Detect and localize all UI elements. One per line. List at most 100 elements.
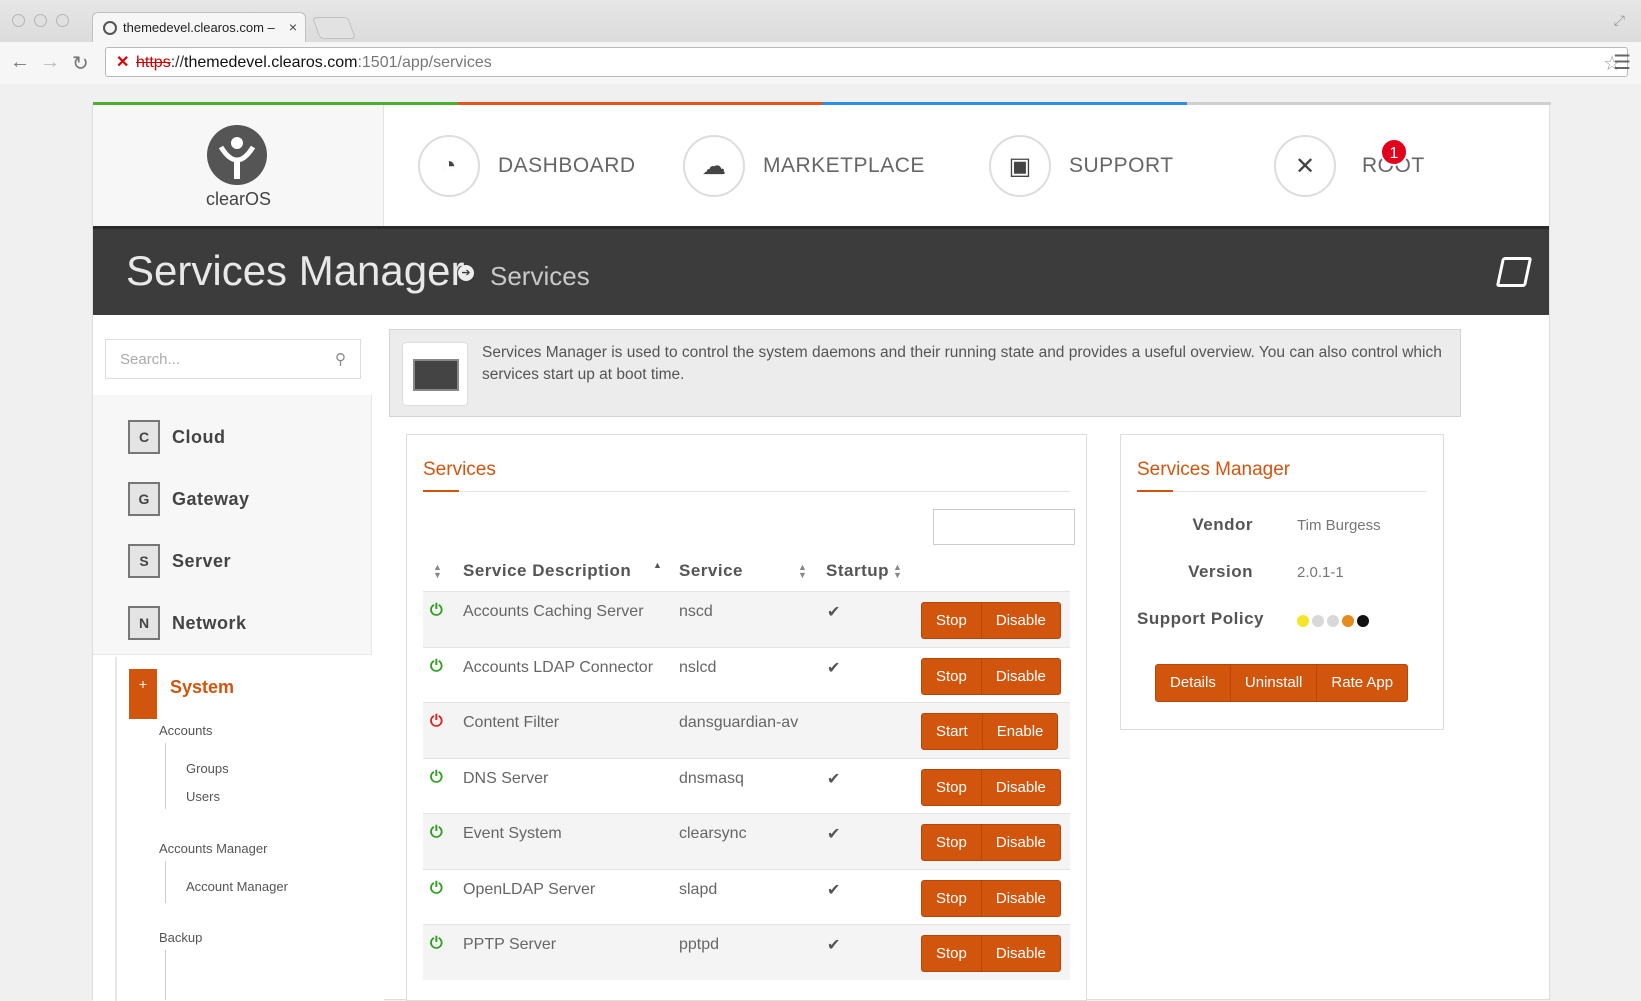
sidebar-item-server[interactable]: S Server (128, 541, 231, 581)
cloud-download-icon: ☁ (683, 135, 745, 197)
nav-support[interactable]: ▣ SUPPORT (989, 135, 1174, 197)
column-header-description[interactable]: Service Description (463, 561, 631, 581)
sort-ascending-icon[interactable]: ▲ (653, 561, 662, 570)
service-name: nslcd (679, 658, 717, 676)
sidebar-item-gateway[interactable]: G Gateway (128, 479, 250, 519)
service-description: DNS Server (463, 769, 549, 787)
uninstall-button[interactable]: Uninstall (1229, 665, 1317, 701)
services-panel: Services ▲ ▼ Service Description ▲ Servic… (406, 434, 1087, 1001)
sort-icon[interactable]: ▲ ▼ (433, 563, 442, 580)
services-panel-title: Services (423, 459, 496, 480)
power-status-icon: ⏻ (430, 824, 443, 841)
power-status-icon: ⏻ (430, 657, 443, 675)
startup-check-icon: ✔ (827, 770, 841, 788)
url-host: themedevel.clearos.com (184, 54, 358, 71)
subsection-accounts[interactable]: Accounts (159, 723, 212, 738)
startup-check-icon: ✔ (827, 604, 841, 621)
stop-button[interactable]: Stop (922, 825, 981, 860)
disable-button[interactable]: Disable (980, 880, 1060, 916)
tab-close-icon[interactable]: × (289, 19, 297, 35)
sidebar-item-network[interactable]: N Network (128, 603, 247, 643)
nav-dashboard[interactable]: ◔ DASHBOARD (418, 135, 636, 197)
nav-support-label: SUPPORT (1069, 154, 1174, 177)
service-description: PPTP Server (463, 936, 557, 953)
disable-button[interactable]: Disable (980, 658, 1060, 694)
nav-marketplace[interactable]: ☁ MARKETPLACE (683, 135, 925, 197)
subsection-accounts-manager[interactable]: Accounts Manager (159, 841, 267, 856)
fullscreen-icon[interactable]: ⤢ (1614, 12, 1625, 29)
disable-button[interactable]: Disable (980, 825, 1060, 860)
window-minimize-button[interactable] (34, 14, 47, 27)
app-action-buttons: Details Uninstall Rate App (1155, 664, 1409, 702)
search-input[interactable]: Search... ⚲ (105, 339, 361, 379)
enable-button[interactable]: Enable (981, 714, 1058, 749)
new-tab-button[interactable] (311, 17, 357, 39)
server-cube-icon: S (128, 544, 160, 578)
forward-arrow-icon[interactable]: → (40, 51, 60, 74)
nav-dashboard-label: DASHBOARD (498, 154, 636, 177)
sidebar-item-cloud[interactable]: C Cloud (128, 417, 226, 457)
stop-button[interactable]: Stop (922, 881, 981, 916)
user-guide-book-icon[interactable] (1495, 257, 1533, 287)
startup-check-icon: ✔ (827, 937, 841, 954)
table-filter-input[interactable] (933, 509, 1075, 545)
search-placeholder: Search... (120, 351, 181, 368)
service-description: Content Filter (463, 714, 560, 731)
disable-button[interactable]: Disable (980, 769, 1060, 805)
title-accent (423, 490, 459, 492)
row-action-buttons: Stop Disable (921, 657, 1061, 695)
submenu-item-users[interactable]: Users (186, 789, 220, 804)
logo-text: clearOS (205, 189, 272, 209)
divider (1137, 491, 1427, 492)
disable-button[interactable]: Disable (980, 603, 1060, 638)
cloud-cube-icon: C (128, 420, 160, 454)
system-cube-icon: + (129, 669, 157, 719)
browser-menu-icon[interactable]: ☰ (1613, 50, 1631, 75)
sidebar-item-system-label[interactable]: System (170, 677, 234, 698)
address-bar[interactable]: ✕ https://themedevel.clearos.com:1501/ap… (105, 47, 1628, 77)
disable-button[interactable]: Disable (980, 936, 1060, 971)
window-close-button[interactable] (12, 14, 25, 27)
back-arrow-icon[interactable]: ← (10, 51, 30, 74)
table-row: ⏻ PPTP Server pptpd ✔ Stop Disable (423, 924, 1070, 980)
service-name: dnsmasq (679, 769, 744, 787)
logo[interactable]: clearOS (93, 105, 384, 226)
notification-badge[interactable]: 1 (1380, 138, 1408, 166)
app-intro-box: Services Manager is used to control the … (389, 329, 1461, 417)
stop-button[interactable]: Stop (922, 770, 981, 805)
stop-button[interactable]: Stop (922, 659, 981, 694)
dashboard-gauge-icon: ◔ (418, 135, 480, 197)
category-menu: C Cloud G Gateway S Server N Network (93, 395, 372, 655)
url-scheme: https (136, 54, 171, 71)
inbox-tray-icon: ▣ (989, 135, 1051, 197)
column-header-service[interactable]: Service (679, 561, 743, 581)
support-level-dot (1357, 615, 1369, 627)
support-policy-label: Support Policy (1137, 609, 1264, 628)
page-container: clearOS ◔ DASHBOARD ☁ MARKETPLACE ▣ SUPP… (92, 102, 1551, 1001)
rate-app-button[interactable]: Rate App (1316, 665, 1407, 701)
column-header-startup[interactable]: Startup (826, 561, 889, 581)
details-button[interactable]: Details (1156, 665, 1230, 701)
service-description: Accounts LDAP Connector (463, 658, 654, 676)
sidebar-item-label: Cloud (172, 426, 226, 447)
row-action-buttons: Stop Disable (921, 824, 1061, 861)
app-header: clearOS ◔ DASHBOARD ☁ MARKETPLACE ▣ SUPP… (93, 105, 1549, 226)
page-title: Services Manager (126, 247, 465, 294)
start-button[interactable]: Start (922, 714, 982, 749)
power-status-icon: ⏻ (430, 935, 443, 952)
support-level-dot (1312, 615, 1324, 627)
submenu-item-groups[interactable]: Groups (186, 761, 229, 776)
row-action-buttons: Start Enable (921, 713, 1059, 750)
stop-button[interactable]: Stop (922, 603, 981, 638)
subsection-backup[interactable]: Backup (159, 930, 202, 945)
support-level-dot (1342, 615, 1354, 627)
search-icon[interactable]: ⚲ (335, 350, 346, 368)
vendor-label: Vendor (1192, 515, 1253, 534)
stop-button[interactable]: Stop (922, 936, 981, 971)
submenu-item-account-manager[interactable]: Account Manager (186, 879, 288, 894)
browser-tab[interactable]: themedevel.clearos.com – × (92, 12, 306, 42)
sort-icon[interactable]: ▲ ▼ (798, 563, 807, 580)
sort-icon[interactable]: ▲ ▼ (893, 563, 902, 580)
window-zoom-button[interactable] (56, 14, 69, 27)
reload-icon[interactable]: ↻ (72, 51, 89, 76)
